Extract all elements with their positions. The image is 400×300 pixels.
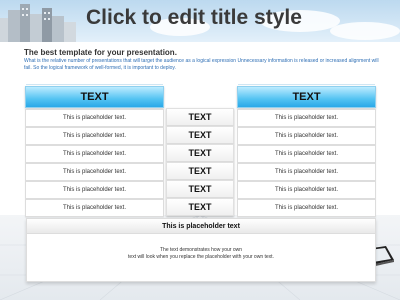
cloud-decoration [330,22,400,40]
left-cell[interactable]: This is placeholder text. [25,199,164,217]
right-cell[interactable]: This is placeholder text. [237,127,376,145]
left-cell[interactable]: This is placeholder text. [25,109,164,127]
bottom-body-text[interactable]: The text demonstrates how your own text … [27,247,375,261]
right-cell[interactable]: This is placeholder text. [237,181,376,199]
middle-label[interactable]: TEXT [166,162,234,180]
middle-label[interactable]: TEXT [166,144,234,162]
bottom-body-line: The text demonstrates how your own [160,247,242,253]
right-cell[interactable]: This is placeholder text. [237,199,376,217]
middle-label[interactable]: TEXT [166,108,234,126]
left-cell[interactable]: This is placeholder text. [25,145,164,163]
middle-label[interactable]: TEXT [166,198,234,216]
city-skyline-icon [0,4,76,42]
left-cell[interactable]: This is placeholder text. [25,163,164,181]
middle-label[interactable]: TEXT [166,180,234,198]
bottom-text-box: This is placeholder text The text demons… [26,218,376,282]
right-column-header[interactable]: TEXT [237,84,376,108]
middle-label[interactable]: TEXT [166,126,234,144]
right-cell[interactable]: This is placeholder text. [237,109,376,127]
description-text[interactable]: What is the relative number of presentat… [24,58,384,72]
left-column-header[interactable]: TEXT [25,84,164,108]
left-cell[interactable]: This is placeholder text. [25,181,164,199]
subtitle[interactable]: The best template for your presentation. [24,48,177,57]
page-title[interactable]: Click to edit title style [86,6,302,30]
left-cell[interactable]: This is placeholder text. [25,127,164,145]
bottom-body-line: text will look when you replace the plac… [128,254,274,260]
bottom-heading[interactable]: This is placeholder text [27,219,375,234]
right-cell[interactable]: This is placeholder text. [237,163,376,181]
right-cell[interactable]: This is placeholder text. [237,145,376,163]
